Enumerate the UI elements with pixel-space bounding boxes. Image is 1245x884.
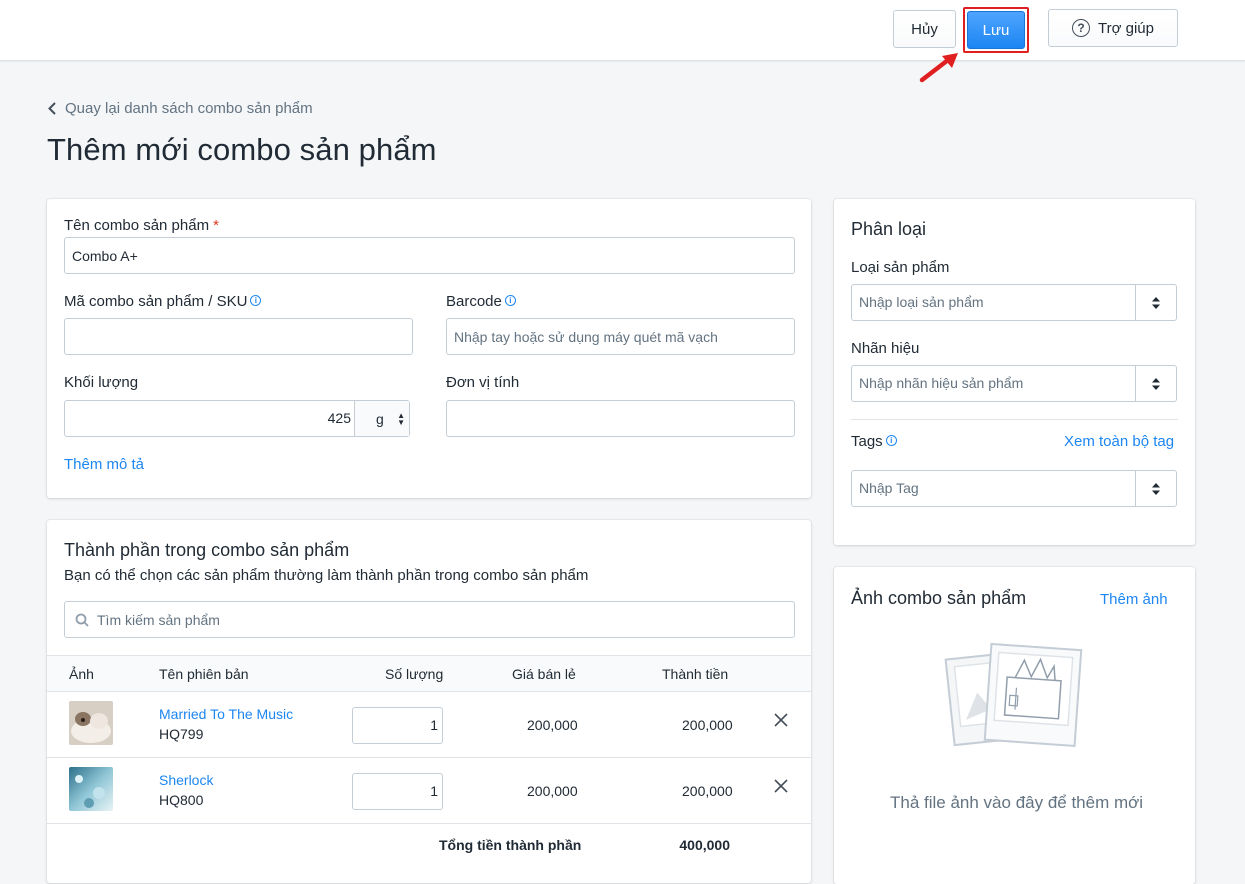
column-header: Giá bán lẻ [512,666,576,682]
column-header: Tên phiên bản [159,666,249,682]
save-button[interactable]: Lưu [967,11,1025,49]
table-row: Married To The Music HQ799 1 200,000 200… [47,692,811,758]
weight-input[interactable]: 425 [65,401,354,436]
components-total-value: 400,000 [679,837,730,853]
product-sku: HQ799 [159,726,204,742]
barcode-label: Barcode i [446,293,516,310]
top-bar: Hủy Lưu ? Trợ giúp [0,0,1245,61]
product-type-placeholder: Nhập loại sản phẩm [859,294,984,310]
product-thumbnail [69,701,113,745]
drop-zone-text: Thả file ảnh vào đây để thêm mới [890,793,1144,812]
add-description-link[interactable]: Thêm mô tả [64,456,144,473]
cancel-button[interactable]: Hủy [893,10,956,48]
table-header: Ảnh Tên phiên bản Số lượng Giá bán lẻ Th… [47,655,811,692]
question-circle-icon: ? [1072,19,1091,37]
general-info-card: Tên combo sản phẩm* Mã combo sản phẩm / … [47,199,811,498]
view-all-tags-link[interactable]: Xem toàn bộ tag [1064,433,1174,450]
help-label: Trợ giúp [1098,19,1154,37]
updown-icon: ▲ ▼ [397,410,405,427]
classification-card: Phân loại Loại sản phẩm Nhập loại sản ph… [834,199,1195,545]
updown-icon [1135,471,1176,506]
page-title: Thêm mới combo sản phẩm [47,132,437,167]
components-title: Thành phần trong combo sản phẩm [64,540,350,560]
weight-label: Khối lượng [64,374,139,391]
image-placeholder-icon [944,642,1083,748]
close-icon[interactable] [774,779,788,793]
unit-label: Đơn vị tính [446,374,520,391]
weight-unit-value: g [376,410,384,427]
retail-price: 200,000 [527,717,578,733]
product-name-link[interactable]: Sherlock [159,772,213,788]
product-type-select[interactable]: Nhập loại sản phẩm [851,284,1177,321]
line-total: 200,000 [682,783,733,799]
combo-name-input[interactable] [64,237,795,274]
back-link-label: Quay lại danh sách combo sản phẩm [65,100,313,117]
classification-title: Phân loại [851,219,927,239]
info-icon[interactable]: i [250,295,262,306]
add-image-link[interactable]: Thêm ảnh [1100,591,1168,608]
quantity-input[interactable]: 1 [352,707,443,744]
column-header: Ảnh [69,666,94,682]
components-total-label: Tổng tiền thành phần [439,837,582,853]
updown-icon [1135,285,1176,320]
product-thumbnail [69,767,113,811]
barcode-label-text: Barcode [446,293,502,310]
product-search-input[interactable]: Tìm kiếm sản phẩm [64,601,795,638]
unit-input[interactable] [446,400,795,437]
sku-label: Mã combo sản phẩm / SKU i [64,293,262,310]
search-icon [75,613,89,627]
components-subtitle: Bạn có thể chọn các sản phẩm thường làm … [64,567,589,584]
weight-unit-select[interactable]: g ▲ ▼ [354,401,409,436]
table-row: Sherlock HQ800 1 200,000 200,000 [47,758,811,824]
weight-field[interactable]: 425 g ▲ ▼ [64,400,410,437]
line-total: 200,000 [682,717,733,733]
brand-label: Nhãn hiệu [851,340,920,357]
sku-label-text: Mã combo sản phẩm / SKU [64,293,248,310]
required-asterisk: * [213,217,219,234]
info-icon[interactable]: i [885,435,897,446]
column-header: Thành tiền [662,666,729,682]
barcode-input[interactable] [446,318,795,355]
images-card: Ảnh combo sản phẩm Thêm ảnh Thả file ảnh… [834,567,1195,884]
back-link[interactable]: Quay lại danh sách combo sản phẩm [48,100,313,117]
help-button[interactable]: ? Trợ giúp [1048,9,1178,47]
brand-placeholder: Nhập nhãn hiệu sản phẩm [859,375,1024,391]
quantity-input[interactable]: 1 [352,773,443,810]
retail-price: 200,000 [527,783,578,799]
brand-select[interactable]: Nhập nhãn hiệu sản phẩm [851,365,1177,402]
product-type-label: Loại sản phẩm [851,259,950,276]
product-name-link[interactable]: Married To The Music [159,706,293,722]
chevron-left-icon [48,102,56,115]
divider [851,419,1178,420]
column-header: Số lượng [385,666,444,682]
images-title: Ảnh combo sản phẩm [851,588,1027,608]
info-icon[interactable]: i [504,295,516,306]
tags-label: Tags i [851,433,897,450]
tags-select[interactable]: Nhập Tag [851,470,1177,507]
red-arrow-annotation [919,53,958,83]
updown-icon [1135,366,1176,401]
components-card: Thành phần trong combo sản phẩm Bạn có t… [47,520,811,883]
tags-label-text: Tags [851,433,883,450]
tags-placeholder: Nhập Tag [859,480,919,496]
product-sku: HQ800 [159,792,204,808]
search-placeholder: Tìm kiếm sản phẩm [97,611,220,628]
sku-input[interactable] [64,318,413,355]
close-icon[interactable] [774,713,788,727]
name-label-text: Tên combo sản phẩm [64,217,210,234]
name-label: Tên combo sản phẩm * [64,217,219,234]
